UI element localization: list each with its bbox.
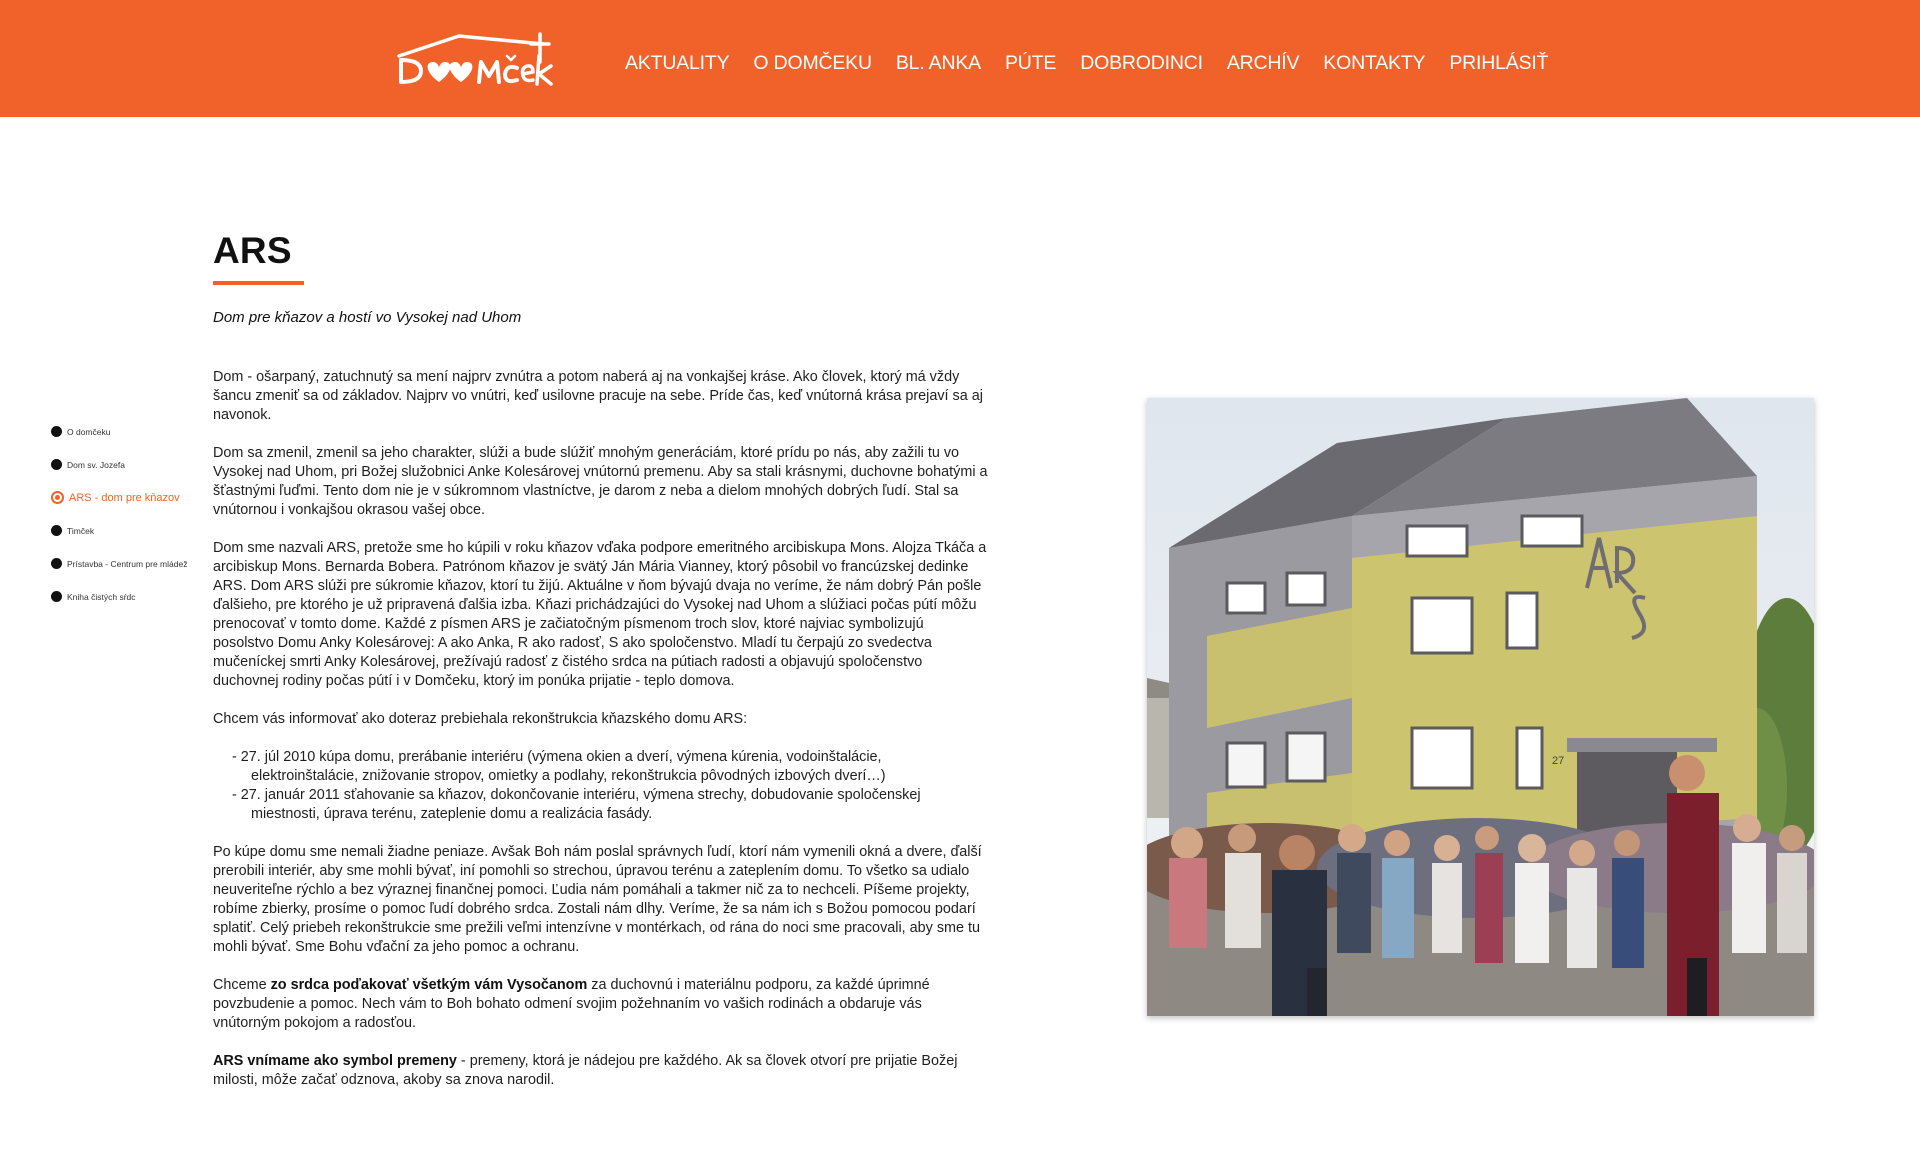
nav-kontakty[interactable]: KONTAKTY	[1323, 50, 1425, 76]
side-nav-item-kniha[interactable]: Kniha čistých sŕdc	[51, 580, 187, 613]
paragraph: Chcem vás informovať ako doteraz prebieh…	[213, 711, 748, 727]
active-bullet-icon	[51, 491, 64, 504]
title-underline	[213, 281, 304, 285]
main-nav: AKTUALITY O DOMČEKU BL. ANKA PÚTE DOBROD…	[625, 50, 1549, 76]
page-subtitle: Dom pre kňazov a hostí vo Vysokej nad Uh…	[213, 309, 522, 326]
domcek-logo[interactable]	[395, 30, 555, 86]
section-side-nav: O domčeku Dom sv. Jozefa ARS - dom pre k…	[51, 415, 187, 613]
nav-pute[interactable]: PÚTE	[1005, 50, 1056, 76]
ars-house-photo: 27	[1147, 398, 1814, 1016]
paragraph-symbol: ARS vnímame ako symbol premeny - premeny…	[213, 1052, 988, 1090]
article-body: Dom - ošarpaný, zatuchnutý sa mení najpr…	[213, 368, 988, 1109]
side-nav-item-o-domceku[interactable]: O domčeku	[51, 415, 187, 448]
nav-prihlasit[interactable]: PRIHLÁSIŤ	[1449, 50, 1548, 76]
emphasis: ARS vnímame ako symbol premeny	[213, 1053, 457, 1069]
bullet-icon	[51, 426, 62, 437]
nav-aktuality[interactable]: AKTUALITY	[625, 50, 730, 76]
nav-dobrodinci[interactable]: DOBRODINCI	[1080, 50, 1203, 76]
paragraph: Dom sme nazvali ARS, pretože sme ho kúpi…	[213, 540, 987, 689]
bullet-icon	[51, 591, 62, 602]
bullet-icon	[51, 459, 62, 470]
side-nav-label: O domčeku	[67, 426, 111, 437]
emphasis: zo srdca poďakovať všetkým vám Vysočanom	[270, 977, 588, 993]
nav-bl-anka[interactable]: BL. ANKA	[896, 50, 981, 76]
side-nav-item-timcek[interactable]: Timček	[51, 514, 187, 547]
paragraph: Dom - ošarpaný, zatuchnutý sa mení najpr…	[213, 369, 983, 423]
bullet-icon	[51, 525, 62, 536]
side-nav-label: Timček	[67, 525, 95, 536]
side-nav-label: ARS - dom pre kňazov	[69, 491, 180, 504]
side-nav-label: Kniha čistých sŕdc	[67, 591, 136, 602]
paragraph-thanks: Chceme zo srdca poďakovať všetkým vám Vy…	[213, 976, 988, 1033]
reconstruction-list: 27. júl 2010 kúpa domu, prerábanie inter…	[213, 748, 988, 824]
bullet-icon	[51, 558, 62, 569]
side-nav-label: Dom sv. Jozefa	[67, 459, 125, 470]
side-nav-item-ars[interactable]: ARS - dom pre kňazov	[51, 481, 187, 514]
nav-archiv[interactable]: ARCHÍV	[1227, 50, 1300, 76]
side-nav-item-dom-sv-jozefa[interactable]: Dom sv. Jozefa	[51, 448, 187, 481]
list-item: 27. január 2011 sťahovanie sa kňazov, do…	[213, 786, 988, 824]
house-number: 27	[1552, 755, 1564, 767]
paragraph: Dom sa zmenil, zmenil sa jeho charakter,…	[213, 445, 988, 518]
paragraph: Po kúpe domu sme nemali žiadne peniaze. …	[213, 844, 982, 955]
side-nav-item-pristavba[interactable]: Prístavba - Centrum pre mládež	[51, 547, 187, 580]
page-title: ARS	[213, 230, 292, 271]
text-run: Chceme	[213, 977, 271, 993]
side-nav-label: Prístavba - Centrum pre mládež	[67, 558, 188, 569]
site-header: AKTUALITY O DOMČEKU BL. ANKA PÚTE DOBROD…	[0, 0, 1920, 117]
list-item: 27. júl 2010 kúpa domu, prerábanie inter…	[213, 748, 988, 786]
nav-o-domceku[interactable]: O DOMČEKU	[753, 50, 872, 76]
